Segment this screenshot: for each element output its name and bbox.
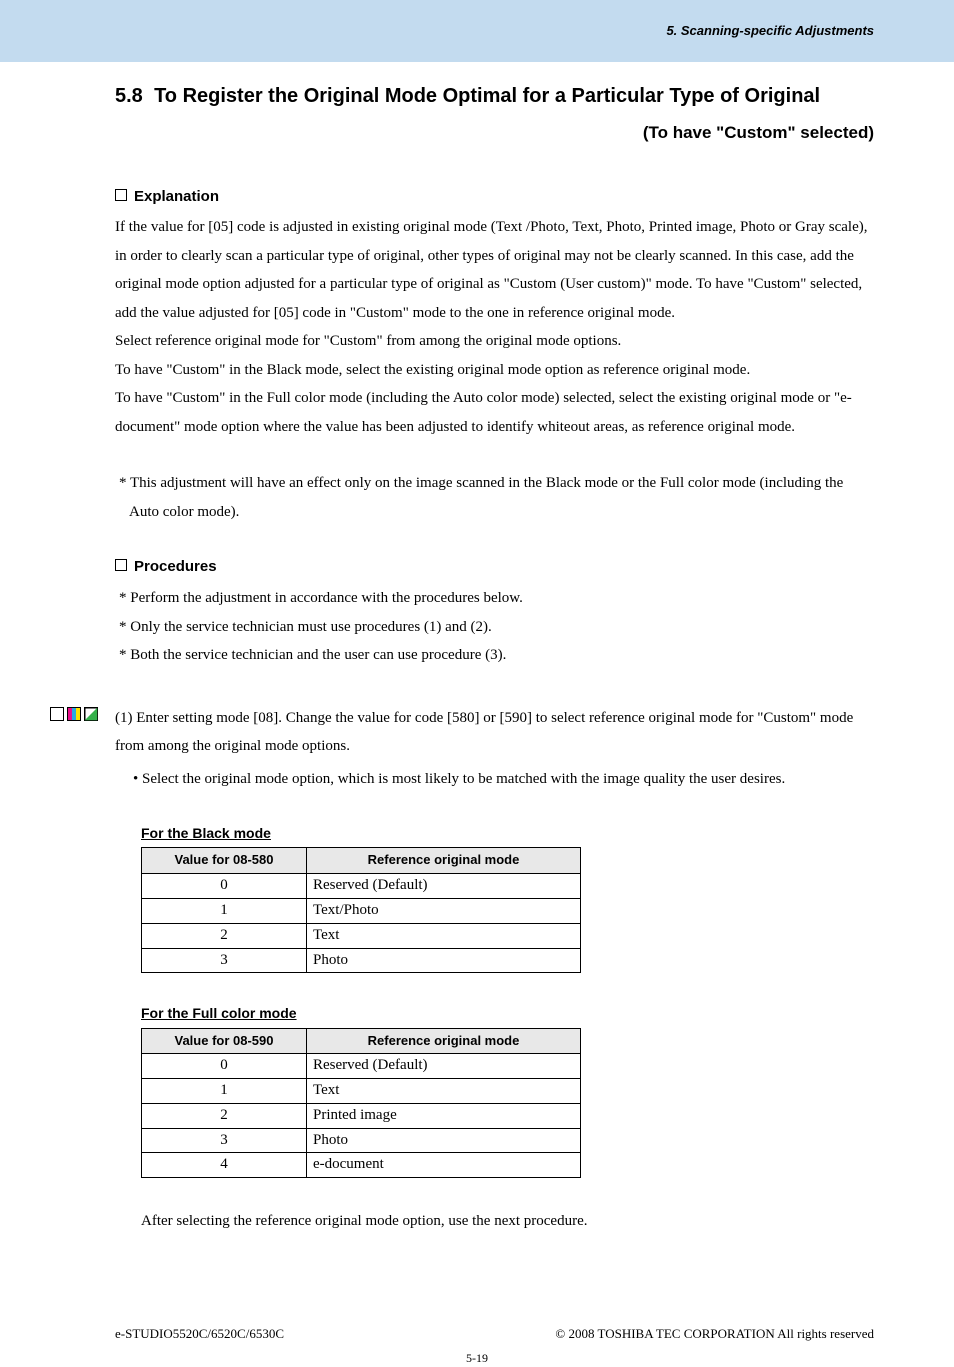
mode-icons (50, 704, 115, 794)
footer-model: e-STUDIO5520C/6520C/6530C (115, 1325, 284, 1344)
mono-box-icon (50, 707, 64, 721)
table-color: Value for 08-590 Reference original mode… (141, 1028, 581, 1179)
step-1-bullet: • Select the original mode option, which… (115, 765, 874, 794)
cell-value: 2 (142, 1103, 307, 1128)
section-title: To Register the Original Mode Optimal fo… (154, 85, 820, 107)
page-body: 5.8 To Register the Original Mode Optima… (0, 62, 954, 1275)
table-black-head-value: Value for 08-580 (142, 848, 307, 874)
footer-copyright: © 2008 TOSHIBA TEC CORPORATION All right… (555, 1325, 874, 1344)
cell-mode: Printed image (307, 1103, 581, 1128)
cell-value: 2 (142, 923, 307, 948)
cell-value: 4 (142, 1153, 307, 1178)
table-color-title: For the Full color mode (141, 1003, 874, 1023)
breadcrumb: 5. Scanning-specific Adjustments (666, 22, 874, 41)
cell-mode: Photo (307, 948, 581, 973)
table-black: Value for 08-580 Reference original mode… (141, 847, 581, 973)
cell-mode: Text/Photo (307, 899, 581, 924)
cell-mode: Text (307, 1079, 581, 1104)
section-heading: 5.8 To Register the Original Mode Optima… (115, 82, 874, 146)
explanation-para-3: To have "Custom" in the Black mode, sele… (115, 356, 874, 385)
procedures-heading: Procedures (115, 556, 874, 578)
section-subtitle: (To have "Custom" selected) (115, 121, 874, 146)
cell-value: 0 (142, 874, 307, 899)
cell-value: 3 (142, 948, 307, 973)
cell-value: 0 (142, 1054, 307, 1079)
step-1: (1) Enter setting mode [08]. Change the … (115, 704, 874, 794)
table-row: 1Text/Photo (142, 899, 581, 924)
table-row: 3Photo (142, 1128, 581, 1153)
table-row: 2Printed image (142, 1103, 581, 1128)
gradient-box-icon (84, 707, 98, 721)
procedure-note-1: * Perform the adjustment in accordance w… (115, 584, 874, 613)
cell-mode: Photo (307, 1128, 581, 1153)
table-row: 0Reserved (Default) (142, 874, 581, 899)
cell-mode: e-document (307, 1153, 581, 1178)
explanation-note: * This adjustment will have an effect on… (115, 469, 874, 526)
after-table-note: After selecting the reference original m… (141, 1208, 874, 1235)
color-stripes-icon (67, 707, 81, 721)
table-row: 4e-document (142, 1153, 581, 1178)
cell-mode: Text (307, 923, 581, 948)
explanation-para-2: Select reference original mode for "Cust… (115, 327, 874, 356)
cell-mode: Reserved (Default) (307, 874, 581, 899)
explanation-para-1: If the value for [05] code is adjusted i… (115, 213, 874, 327)
cell-value: 1 (142, 1079, 307, 1104)
section-number: 5.8 (115, 82, 143, 111)
table-row: 2Text (142, 923, 581, 948)
table-row: 0Reserved (Default) (142, 1054, 581, 1079)
procedure-note-3: * Both the service technician and the us… (115, 641, 874, 670)
page-number: 5-19 (0, 1350, 954, 1367)
footer: e-STUDIO5520C/6520C/6530C © 2008 TOSHIBA… (0, 1325, 954, 1344)
table-row: 3Photo (142, 948, 581, 973)
explanation-para-4: To have "Custom" in the Full color mode … (115, 384, 874, 441)
cell-value: 1 (142, 899, 307, 924)
cell-value: 3 (142, 1128, 307, 1153)
table-black-head-mode: Reference original mode (307, 848, 581, 874)
step-1-text: (1) Enter setting mode [08]. Change the … (115, 704, 874, 761)
header-band: 5. Scanning-specific Adjustments (0, 0, 954, 62)
table-color-head-mode: Reference original mode (307, 1028, 581, 1054)
table-color-head-value: Value for 08-590 (142, 1028, 307, 1054)
table-black-title: For the Black mode (141, 823, 874, 843)
explanation-heading: Explanation (115, 186, 874, 208)
procedure-note-2: * Only the service technician must use p… (115, 613, 874, 642)
table-row: 1Text (142, 1079, 581, 1104)
cell-mode: Reserved (Default) (307, 1054, 581, 1079)
